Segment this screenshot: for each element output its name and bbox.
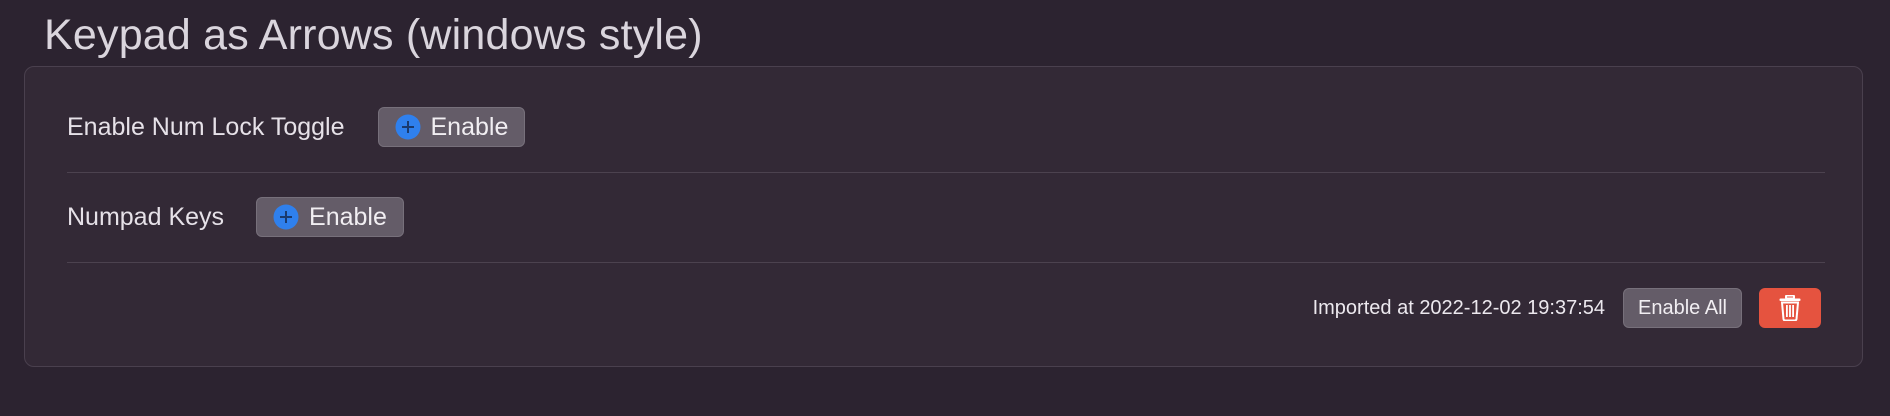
rule-group-footer: Imported at 2022-12-02 19:37:54 Enable A… bbox=[1313, 288, 1821, 328]
enable-button-label: Enable bbox=[309, 202, 387, 231]
rule-label: Enable Num Lock Toggle bbox=[67, 112, 345, 141]
divider bbox=[67, 172, 1825, 173]
plus-circle-icon bbox=[273, 204, 299, 230]
imported-timestamp: Imported at 2022-12-02 19:37:54 bbox=[1312, 296, 1606, 319]
enable-button[interactable]: Enable bbox=[256, 197, 404, 237]
rule-row: Enable Num Lock Toggle Enable bbox=[67, 107, 1825, 147]
trash-icon bbox=[1779, 295, 1801, 321]
rule-row: Numpad Keys Enable bbox=[67, 197, 1825, 237]
enable-all-button[interactable]: Enable All bbox=[1623, 288, 1742, 328]
enable-button-label: Enable bbox=[430, 112, 509, 141]
enable-button[interactable]: Enable bbox=[377, 107, 526, 147]
rule-group-panel: Enable Num Lock Toggle Enable Numpad Key… bbox=[24, 66, 1863, 367]
rule-label: Numpad Keys bbox=[67, 202, 225, 231]
delete-button[interactable] bbox=[1759, 288, 1821, 328]
page-title: Keypad as Arrows (windows style) bbox=[44, 11, 703, 59]
divider bbox=[67, 262, 1825, 263]
plus-circle-icon bbox=[395, 114, 420, 140]
